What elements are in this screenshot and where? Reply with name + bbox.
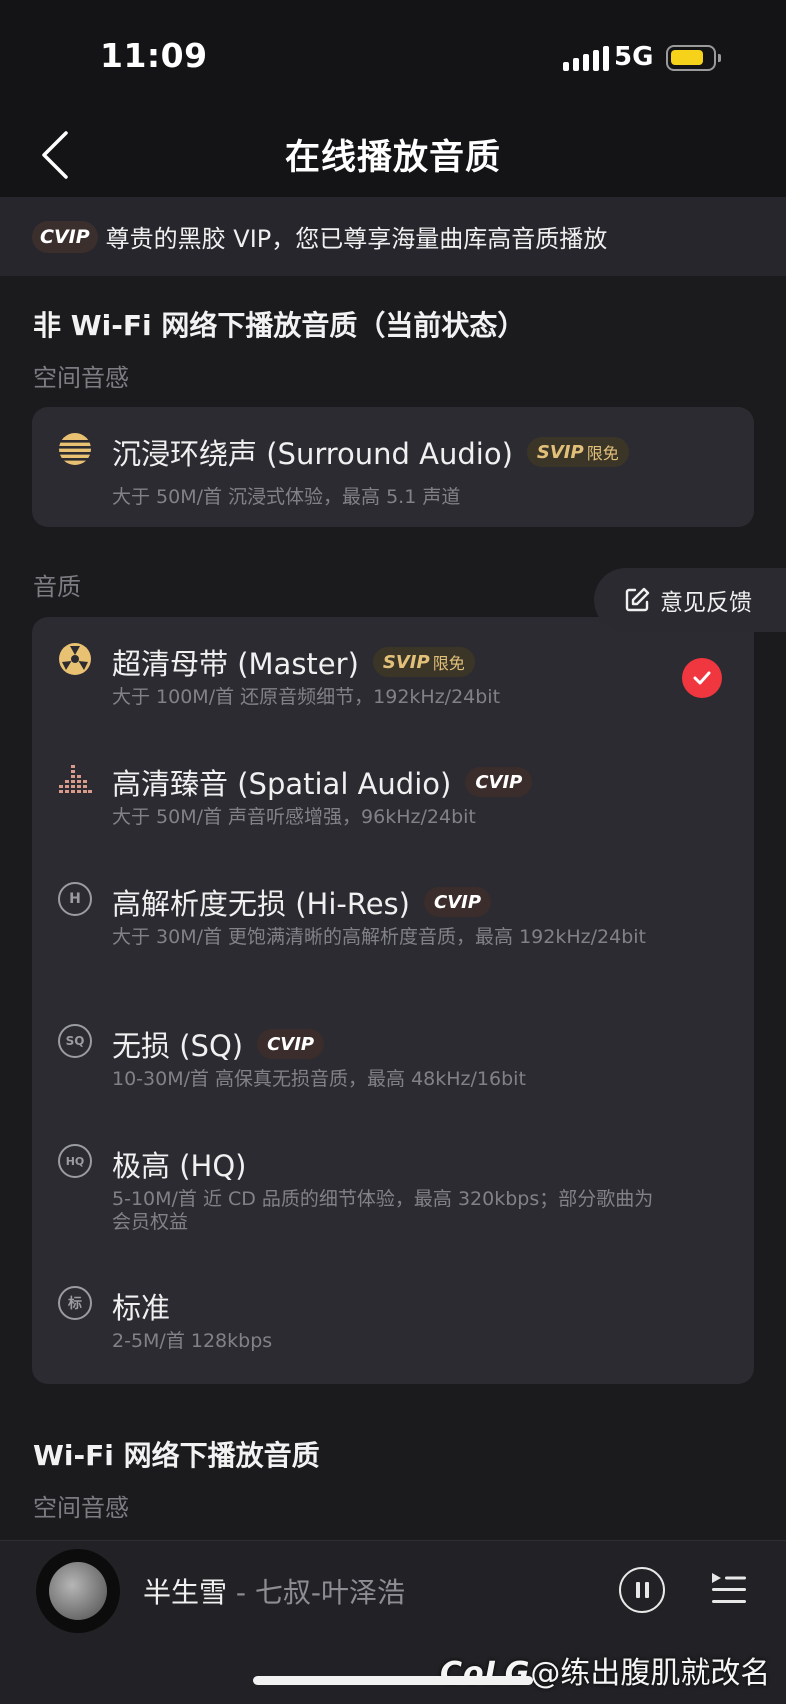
option-title-text: 高解析度无损 (Hi-Res) <box>112 887 410 921</box>
sq-icon: SQ <box>58 1024 92 1058</box>
svip-badge: SVIP 限免 <box>526 437 629 467</box>
page-title: 在线播放音质 <box>284 138 501 178</box>
watermark: CoLG@练出腹肌就改名 <box>440 1648 770 1692</box>
option-sq[interactable]: SQ 无损 (SQ) CVIP 10-30M/首 高保真无损音质，最高 48kH… <box>32 999 754 1119</box>
status-time: 11:09 <box>100 36 208 75</box>
wifi-spatial-label: 空间音感 <box>33 1494 129 1522</box>
album-art[interactable] <box>36 1549 120 1633</box>
vip-banner-text: 尊贵的黑胶 VIP，您已尊享海量曲库高音质播放 <box>105 225 608 253</box>
free-label: 限免 <box>586 444 619 463</box>
quality-card: 超清母带 (Master) SVIP 限免 大于 100M/首 还原音频细节，19… <box>32 617 754 1384</box>
option-title: 标准 <box>112 1285 170 1327</box>
wifi-section-title: Wi-Fi 网络下播放音质 <box>33 1439 320 1472</box>
option-title-text: 高清臻音 (Spatial Audio) <box>112 767 452 801</box>
pause-button[interactable] <box>619 1567 665 1613</box>
master-icon <box>59 643 91 675</box>
watermark-handle: @练出腹肌就改名 <box>530 1656 771 1691</box>
now-playing[interactable]: 半生雪 - 七叔-叶泽浩 <box>143 1571 405 1611</box>
battery-icon <box>666 45 721 71</box>
playlist-icon[interactable] <box>708 1569 748 1609</box>
option-title-text: 超清母带 (Master) <box>112 647 359 681</box>
svip-badge-text: SVIP <box>382 651 430 673</box>
network-type: 5G <box>614 42 654 72</box>
hq-icon: HQ <box>58 1144 92 1178</box>
option-title-text: 标准 <box>112 1291 171 1325</box>
vip-badge: CVIP <box>465 767 533 797</box>
hires-icon: H <box>58 882 92 916</box>
mobile-section-title: 非 Wi-Fi 网络下播放音质（当前状态） <box>33 309 526 342</box>
edit-icon <box>625 587 650 612</box>
vip-badge: CVIP <box>257 1029 325 1059</box>
option-title: 沉浸环绕声 (Surround Audio) SVIP 限免 <box>112 431 629 473</box>
home-indicator[interactable] <box>253 1676 533 1685</box>
option-desc: 大于 50M/首 声音听感增强，96kHz/24bit <box>112 806 476 828</box>
quality-label: 音质 <box>33 573 81 601</box>
pause-icon <box>635 1582 640 1598</box>
option-desc: 2-5M/首 128kbps <box>112 1330 273 1352</box>
option-title: 极高 (HQ) <box>112 1143 246 1185</box>
option-spatial-audio[interactable]: 高清臻音 (Spatial Audio) CVIP 大于 50M/首 声音听感增… <box>32 737 754 857</box>
nav-bar: 在线播放音质 <box>0 115 786 197</box>
free-label: 限免 <box>432 654 465 673</box>
vip-badge: CVIP <box>423 887 492 917</box>
svip-badge-text: SVIP <box>536 441 584 463</box>
option-desc: 大于 50M/首 沉浸式体验，最高 5.1 声道 <box>112 486 461 508</box>
option-title: 高解析度无损 (Hi-Res) CVIP <box>112 881 492 923</box>
vip-banner: CVIP 尊贵的黑胶 VIP，您已尊享海量曲库高音质播放 <box>0 197 786 276</box>
standard-icon: 标 <box>58 1286 92 1320</box>
option-desc: 大于 30M/首 更饱满清晰的高解析度音质，最高 192kHz/24bit <box>112 926 646 948</box>
surround-icon <box>59 433 91 465</box>
option-hi-res[interactable]: H 高解析度无损 (Hi-Res) CVIP 大于 30M/首 更饱满清晰的高解… <box>32 857 754 999</box>
feedback-button[interactable]: 意见反馈 <box>594 568 786 632</box>
selected-check-icon <box>682 658 722 698</box>
equalizer-icon <box>59 765 92 793</box>
signal-icon <box>563 46 609 71</box>
option-desc: 大于 100M/首 还原音频细节，192kHz/24bit <box>112 686 501 708</box>
option-title: 高清臻音 (Spatial Audio) CVIP <box>112 761 533 803</box>
option-master[interactable]: 超清母带 (Master) SVIP 限免 大于 100M/首 还原音频细节，19… <box>32 617 754 737</box>
option-standard[interactable]: 标 标准 2-5M/首 128kbps <box>32 1261 754 1381</box>
option-title-text: 无损 (SQ) <box>112 1029 244 1063</box>
option-title-text: 沉浸环绕声 (Surround Audio) <box>112 437 513 471</box>
song-artist: - 七叔-叶泽浩 <box>227 1576 406 1609</box>
option-surround-audio[interactable]: 沉浸环绕声 (Surround Audio) SVIP 限免 大于 50M/首 沉… <box>32 407 754 527</box>
option-title: 无损 (SQ) CVIP <box>112 1023 325 1065</box>
option-desc: 10-30M/首 高保真无损音质，最高 48kHz/16bit <box>112 1068 526 1090</box>
option-title-text: 极高 (HQ) <box>112 1149 247 1183</box>
song-title: 半生雪 <box>143 1576 228 1609</box>
option-hq[interactable]: HQ 极高 (HQ) 5-10M/首 近 CD 品质的细节体验，最高 320kb… <box>32 1119 754 1261</box>
option-title: 超清母带 (Master) SVIP 限免 <box>112 641 475 683</box>
watermark-logo: CoLG <box>440 1656 531 1691</box>
vip-badge: CVIP <box>32 220 98 253</box>
feedback-label: 意见反馈 <box>660 590 752 616</box>
status-bar: 11:09 5G <box>0 0 786 115</box>
mobile-spatial-label: 空间音感 <box>33 364 129 392</box>
option-desc: 5-10M/首 近 CD 品质的细节体验，最高 320kbps；部分歌曲为会员权… <box>112 1188 654 1233</box>
svip-badge: SVIP 限免 <box>372 647 475 677</box>
spatial-card: 沉浸环绕声 (Surround Audio) SVIP 限免 大于 50M/首 沉… <box>32 407 754 527</box>
